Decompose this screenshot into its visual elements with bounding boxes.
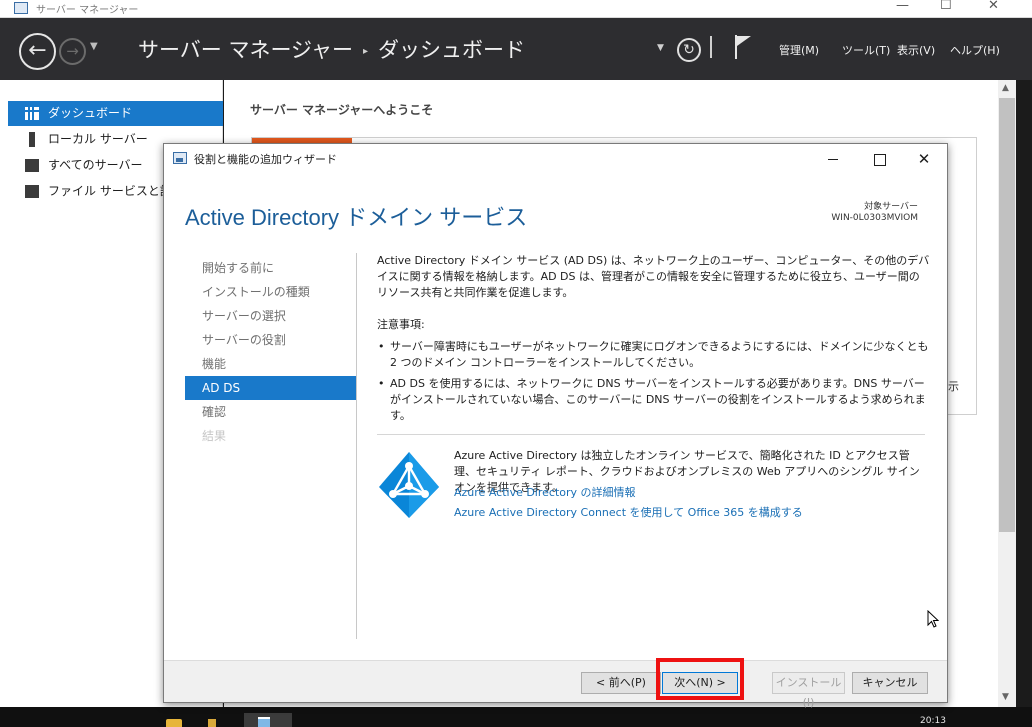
wizard-minimize-icon[interactable] bbox=[818, 148, 848, 170]
taskbar-clock[interactable]: 20:13 bbox=[920, 716, 946, 726]
refresh-dropdown-icon[interactable]: ▼ bbox=[657, 43, 664, 53]
welcome-title: サーバー マネージャーへようこそ bbox=[250, 103, 434, 117]
server-manager-app-icon bbox=[14, 2, 28, 14]
scrollbar-thumb[interactable] bbox=[999, 98, 1015, 532]
wizard-maximize-icon[interactable] bbox=[864, 148, 894, 170]
server-manager-window-title: サーバー マネージャー bbox=[36, 5, 139, 16]
wizard-steps: 開始する前に インストールの種類 サーバーの選択 サーバーの役割 機能 AD D… bbox=[185, 256, 356, 448]
step-server-roles[interactable]: サーバーの役割 bbox=[185, 328, 356, 352]
install-button: インストール(I) bbox=[772, 672, 845, 709]
step-results: 結果 bbox=[202, 429, 227, 443]
wizard-titlebar[interactable]: 役割と機能の追加ウィザード ✕ bbox=[164, 144, 947, 174]
menu-help[interactable]: ヘルプ(H) bbox=[950, 42, 1000, 58]
next-button[interactable]: 次へ(N) > bbox=[662, 672, 738, 694]
notifications-flag-icon[interactable] bbox=[735, 35, 751, 59]
add-roles-wizard: 役割と機能の追加ウィザード ✕ Active Directory ドメイン サー… bbox=[163, 143, 948, 709]
step-server-selection[interactable]: サーバーの選択 bbox=[185, 304, 356, 328]
header-divider bbox=[710, 36, 712, 58]
wizard-close-icon[interactable]: ✕ bbox=[909, 148, 939, 170]
cancel-button[interactable]: キャンセル bbox=[852, 672, 928, 694]
server-icon bbox=[29, 132, 35, 147]
taskbar: 20:13 bbox=[0, 707, 1032, 727]
minimize-icon[interactable]: — bbox=[896, 0, 909, 13]
steps-divider bbox=[356, 253, 357, 639]
sidebar-item-label: ダッシュボード bbox=[48, 106, 133, 120]
target-server-label: 対象サーバー bbox=[864, 202, 918, 212]
page-title: Active Directory ドメイン サービス bbox=[185, 205, 528, 230]
menu-view[interactable]: 表示(V) bbox=[897, 42, 935, 58]
azure-connect-office365-link[interactable]: Azure Active Directory Connect を使用して Off… bbox=[454, 505, 803, 521]
back-arrow-icon[interactable]: ← bbox=[19, 33, 56, 70]
scroll-down-icon[interactable]: ▼ bbox=[1002, 692, 1009, 702]
sidebar-item-label: ローカル サーバー bbox=[48, 132, 148, 146]
maximize-icon[interactable]: ☐ bbox=[940, 0, 952, 13]
wizard-footer: < 前へ(P) 次へ(N) > インストール(I) キャンセル bbox=[164, 660, 947, 709]
notes-title: 注意事項: bbox=[377, 318, 425, 331]
scroll-up-icon[interactable]: ▲ bbox=[1002, 83, 1009, 93]
server-manager-taskbar-icon bbox=[258, 717, 270, 727]
step-ad-ds[interactable]: AD DS bbox=[185, 376, 356, 400]
background-text: 示 bbox=[948, 380, 959, 393]
refresh-icon[interactable]: ↻ bbox=[677, 38, 701, 62]
intro-text: Active Directory ドメイン サービス (AD DS) は、ネット… bbox=[377, 254, 930, 299]
wizard-title: 役割と機能の追加ウィザード bbox=[194, 153, 337, 166]
menu-manage[interactable]: 管理(M) bbox=[779, 42, 819, 58]
breadcrumb-root[interactable]: サーバー マネージャー bbox=[138, 38, 353, 62]
step-installation-type[interactable]: インストールの種類 bbox=[185, 280, 356, 304]
file-explorer-icon[interactable] bbox=[208, 719, 216, 727]
taskbar-server-manager[interactable] bbox=[244, 713, 292, 727]
sidebar-item-dashboard[interactable]: ダッシュボード bbox=[8, 101, 223, 126]
step-confirmation[interactable]: 確認 bbox=[185, 400, 356, 424]
azure-active-directory-icon bbox=[379, 452, 439, 518]
wizard-app-icon bbox=[173, 152, 187, 164]
breadcrumb: サーバー マネージャー ▸ ダッシュボード bbox=[138, 34, 525, 64]
step-features[interactable]: 機能 bbox=[185, 352, 356, 376]
breadcrumb-separator-icon: ▸ bbox=[363, 45, 369, 57]
history-dropdown-icon[interactable]: ▼ bbox=[90, 41, 98, 52]
desktop-edge bbox=[1016, 80, 1032, 707]
previous-button[interactable]: < 前へ(P) bbox=[581, 672, 661, 694]
main-scrollbar[interactable]: ▲ ▼ bbox=[998, 80, 1016, 707]
forward-arrow-icon[interactable]: → bbox=[59, 38, 86, 65]
step-before-you-begin[interactable]: 開始する前に bbox=[185, 256, 356, 280]
files-icon bbox=[25, 185, 39, 198]
azure-details-link[interactable]: Azure Active Directory の詳細情報 bbox=[454, 485, 636, 501]
sidebar-item-label: すべてのサーバー bbox=[48, 158, 143, 172]
menu-tools[interactable]: ツール(T) bbox=[842, 42, 890, 58]
server-manager-titlebar: サーバー マネージャー — ☐ ✕ bbox=[0, 0, 1032, 18]
taskbar-app-icon[interactable] bbox=[166, 719, 182, 727]
breadcrumb-current: ダッシュボード bbox=[378, 38, 526, 62]
note-item: サーバー障害時にもユーザーがネットワークに確実にログオンできるようにするには、ド… bbox=[377, 339, 930, 371]
server-manager-header: ← → ▼ サーバー マネージャー ▸ ダッシュボード ▼ ↻ 管理(M) ツール(… bbox=[0, 18, 1032, 80]
servers-icon bbox=[25, 159, 39, 172]
target-server-name: WIN-0L0303MVIOM bbox=[831, 213, 918, 223]
note-item: AD DS を使用するには、ネットワークに DNS サーバーをインストールする必… bbox=[377, 376, 930, 424]
close-icon[interactable]: ✕ bbox=[988, 0, 999, 13]
dashboard-icon bbox=[25, 107, 39, 120]
mouse-cursor-icon bbox=[927, 610, 939, 628]
content-divider bbox=[377, 434, 925, 435]
